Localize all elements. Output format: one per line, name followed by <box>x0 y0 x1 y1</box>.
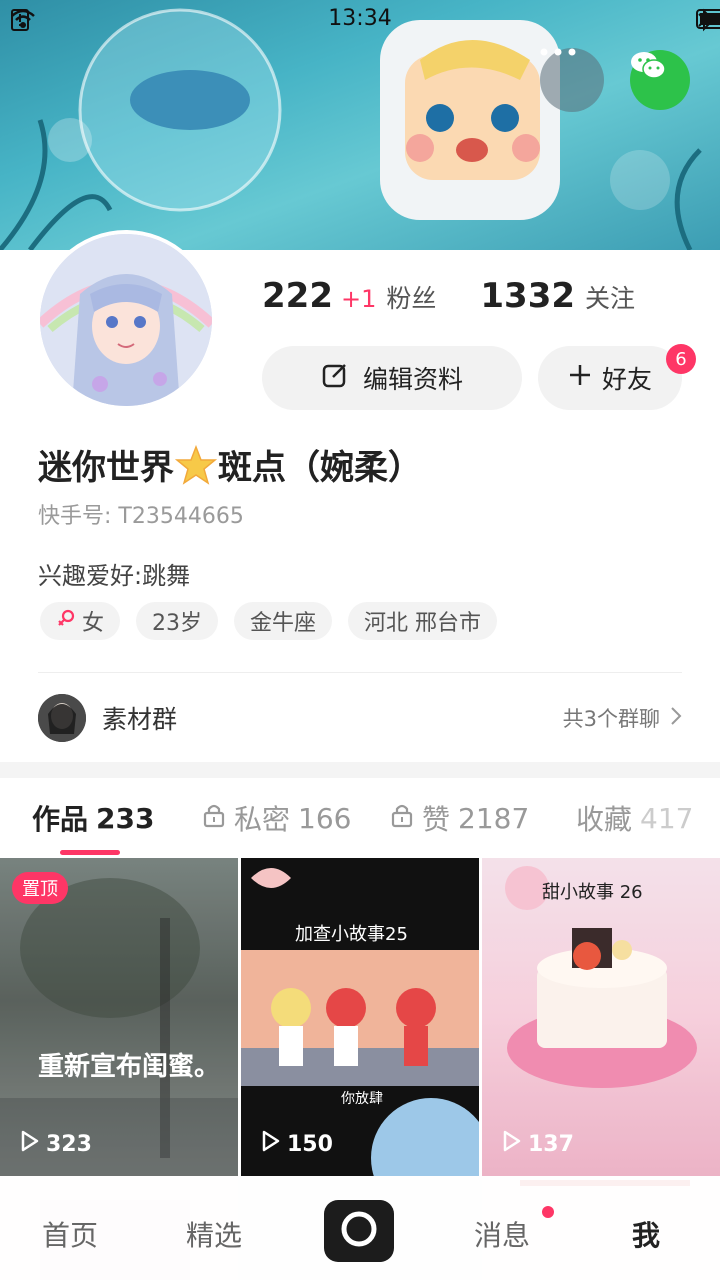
profile-banner: 13:34 <box>0 0 720 250</box>
friend-request-badge: 6 <box>666 344 696 374</box>
group-name: 素材群 <box>102 705 178 734</box>
play-icon <box>502 1130 522 1158</box>
bottom-nav: 首页 精选 消息 我 <box>0 1180 720 1280</box>
pinned-badge: 置顶 <box>12 872 68 904</box>
tab-private-count: 166 <box>298 801 352 835</box>
play-count-value: 150 <box>287 1131 333 1157</box>
nickname-prefix: 迷你世界 <box>38 448 174 488</box>
plus-icon <box>568 363 592 393</box>
following-count[interactable]: 1332 <box>480 276 575 316</box>
tab-favorites-count: 417 <box>640 801 694 835</box>
video-title: 加查小故事25 <box>295 924 408 945</box>
video-card[interactable]: 甜小故事 26 137 <box>482 858 720 1176</box>
profile-stats: 222 +1 粉丝 1332 关注 <box>262 276 635 326</box>
group-chat-row[interactable]: 素材群 共3个群聊 <box>38 692 682 744</box>
group-count-text: 共3个群聊 <box>562 707 660 731</box>
play-count: 150 <box>261 1130 333 1158</box>
nav-messages[interactable]: 消息 <box>474 1214 530 1254</box>
active-tab-indicator <box>60 850 120 855</box>
group-avatar <box>38 694 86 742</box>
followers-count[interactable]: 222 <box>262 276 333 316</box>
interest-text: 兴趣爱好:跳舞 <box>38 562 191 590</box>
nickname: 迷你世界 斑点（婉柔） <box>38 440 422 489</box>
star-icon <box>174 444 218 485</box>
status-time: 13:34 <box>328 6 392 31</box>
divider <box>38 672 682 673</box>
group-count: 共3个群聊 <box>563 703 682 733</box>
nav-home[interactable]: 首页 <box>42 1214 98 1254</box>
tab-works[interactable]: 作品 233 <box>32 798 154 838</box>
play-icon <box>261 1130 281 1158</box>
edit-profile-label: 编辑资料 <box>362 365 463 394</box>
followers-delta: +1 <box>340 285 377 313</box>
content-tabs: 作品 233 私密 166 赞 2187 收藏 417 <box>0 778 720 858</box>
edit-icon <box>321 361 349 395</box>
avatar[interactable] <box>36 230 216 410</box>
tag-zodiac: 金牛座 <box>234 602 333 640</box>
following-label[interactable]: 关注 <box>585 279 635 315</box>
video-card[interactable]: 加查小故事25 你放肆 150 <box>241 858 479 1176</box>
tag-age: 23岁 <box>136 602 219 640</box>
followers-label[interactable]: 粉丝 <box>386 279 436 315</box>
video-caption: 重新宣布闺蜜。 <box>38 1052 221 1082</box>
tab-works-label: 作品 <box>32 803 89 836</box>
lock-icon <box>202 802 226 835</box>
tab-private-label: 私密 <box>234 803 291 836</box>
video-thumbnail <box>241 868 479 1176</box>
tag-location: 河北 邢台市 <box>348 602 498 640</box>
video-subtitle: 你放肆 <box>341 1091 383 1107</box>
video-thumbnail <box>482 858 720 1176</box>
play-count: 323 <box>20 1130 92 1158</box>
nav-featured[interactable]: 精选 <box>186 1214 242 1254</box>
avatar-image <box>40 234 212 406</box>
play-icon <box>20 1130 40 1158</box>
video-card[interactable]: 置顶 重新宣布闺蜜。 323 <box>0 858 238 1176</box>
messages-unread-dot <box>542 1206 554 1218</box>
nav-me[interactable]: 我 <box>632 1214 660 1254</box>
play-count-value: 323 <box>46 1131 92 1157</box>
status-bar: 13:34 <box>0 0 720 40</box>
nickname-suffix: 斑点（婉柔） <box>218 448 422 488</box>
user-id: 快手号: T23544665 <box>38 504 244 529</box>
video-title: 甜小故事 26 <box>542 882 643 903</box>
video-thumbnail <box>0 858 238 1176</box>
tab-likes[interactable]: 赞 2187 <box>390 798 529 838</box>
tab-likes-label: 赞 <box>422 803 451 836</box>
tab-works-count: 233 <box>96 801 155 835</box>
lock-icon <box>390 802 414 835</box>
tab-favorites-label: 收藏 <box>576 803 633 836</box>
edit-profile-button[interactable]: 编辑资料 <box>262 346 522 410</box>
nav-camera-button[interactable] <box>324 1200 394 1262</box>
section-gap <box>0 762 720 778</box>
tab-private[interactable]: 私密 166 <box>202 798 351 838</box>
tag-gender: 女 <box>40 602 121 640</box>
add-friend-button[interactable]: 好友 <box>538 346 682 410</box>
more-button[interactable] <box>540 48 604 112</box>
tab-likes-count: 2187 <box>458 801 530 835</box>
tab-favorites[interactable]: 收藏 417 <box>576 798 693 838</box>
wechat-share-button[interactable] <box>630 50 690 110</box>
female-icon <box>56 608 76 634</box>
play-count: 137 <box>502 1130 574 1158</box>
profile-tags: 女 23岁 金牛座 河北 邢台市 <box>40 602 498 640</box>
play-count-value: 137 <box>528 1131 574 1157</box>
add-friend-label: 好友 <box>601 365 652 394</box>
camera-icon <box>339 1209 379 1253</box>
chevron-right-icon <box>670 706 682 731</box>
tag-gender-label: 女 <box>82 611 105 636</box>
